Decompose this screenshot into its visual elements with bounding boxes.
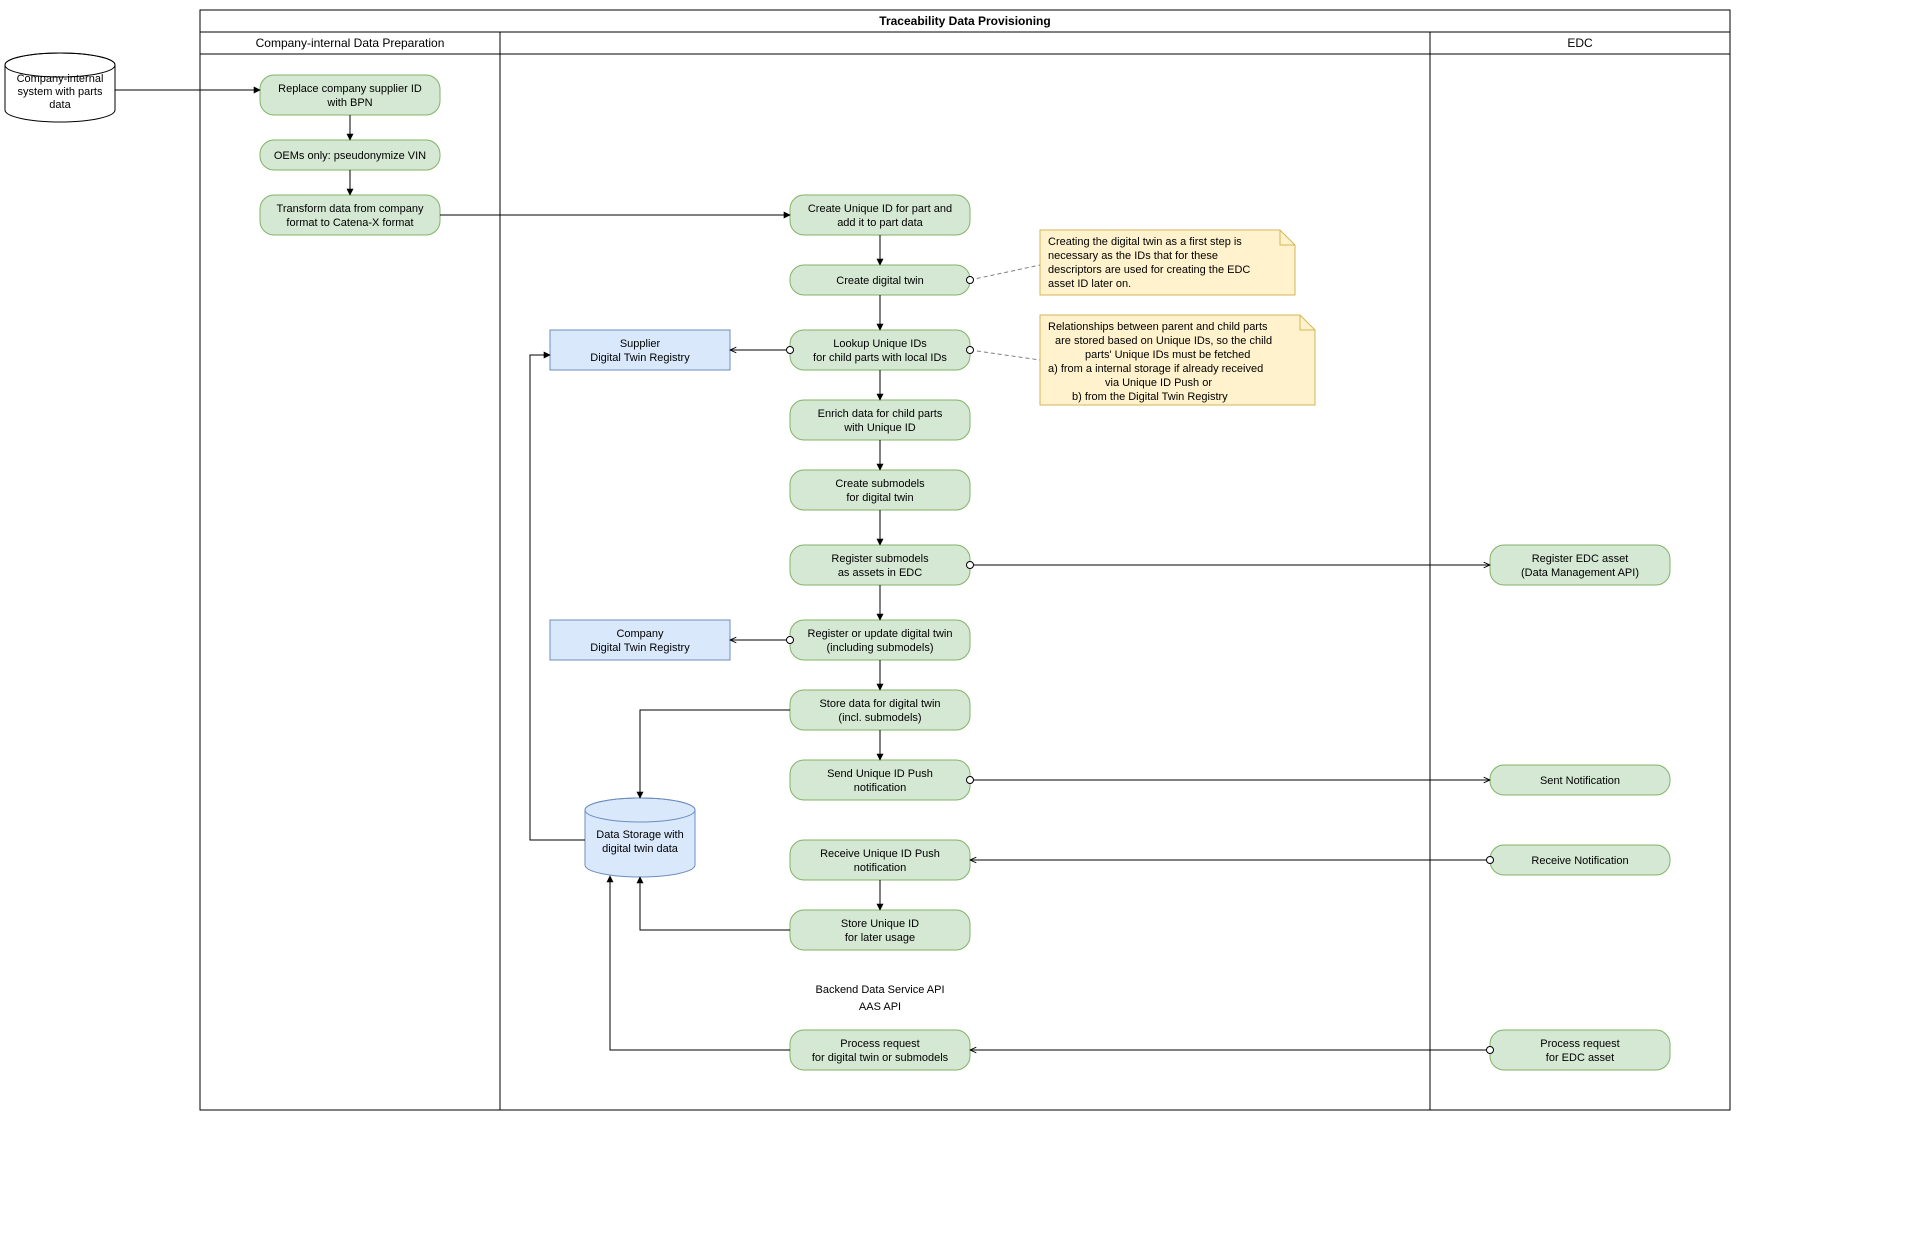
svg-text:via Unique ID Push or: via Unique ID Push or: [1105, 377, 1212, 389]
svg-text:a) from a internal storage if: a) from a internal storage if already re…: [1048, 363, 1263, 375]
node-receive-notification: Receive Notification: [1490, 845, 1670, 875]
svg-text:(incl. submodels): (incl. submodels): [838, 712, 921, 724]
external-system-cylinder: Company-internal system with parts data: [5, 53, 115, 122]
svg-text:Receive Unique ID Push: Receive Unique ID Push: [820, 848, 940, 860]
lane-edc-title: EDC: [1567, 36, 1593, 50]
node-replace-supplier-id: Replace company supplier ID with BPN: [260, 75, 440, 115]
svg-text:are stored based on Unique IDs: are stored based on Unique IDs, so the c…: [1055, 335, 1272, 347]
svg-text:Send Unique ID Push: Send Unique ID Push: [827, 768, 933, 780]
svg-text:Replace company supplier ID: Replace company supplier ID: [278, 83, 422, 95]
lane-prep-title: Company-internal Data Preparation: [256, 36, 445, 50]
diagram-canvas: Traceability Data Provisioning Company-i…: [0, 0, 1921, 1241]
node-oem-pseudonymize: OEMs only: pseudonymize VIN: [260, 140, 440, 170]
svg-text:Register submodels: Register submodels: [831, 553, 929, 565]
node-receive-push: Receive Unique ID Push notification: [790, 840, 970, 880]
svg-text:Register EDC asset: Register EDC asset: [1532, 553, 1629, 565]
node-store-digital-twin: Store data for digital twin (incl. submo…: [790, 690, 970, 730]
svg-text:Create digital twin: Create digital twin: [836, 275, 923, 287]
svg-text:Digital Twin Registry: Digital Twin Registry: [590, 642, 690, 654]
svg-text:(Data Management API): (Data Management API): [1521, 567, 1639, 579]
node-lookup-unique-ids: Lookup Unique IDs for child parts with l…: [790, 330, 970, 370]
svg-text:Receive Notification: Receive Notification: [1531, 855, 1628, 867]
svg-text:parts' Unique IDs must be fetc: parts' Unique IDs must be fetched: [1085, 349, 1250, 361]
svg-text:Relationships between parent a: Relationships between parent and child p…: [1048, 321, 1268, 333]
node-process-edc-asset: Process request for EDC asset: [1490, 1030, 1670, 1070]
node-register-edc-asset: Register EDC asset (Data Management API): [1490, 545, 1670, 585]
svg-text:digital twin data: digital twin data: [602, 843, 679, 855]
svg-text:Lookup Unique IDs: Lookup Unique IDs: [833, 338, 927, 350]
svg-text:with BPN: with BPN: [326, 97, 372, 109]
node-register-submodels: Register submodels as assets in EDC: [790, 545, 970, 585]
svg-text:Digital Twin Registry: Digital Twin Registry: [590, 352, 690, 364]
svg-text:Supplier: Supplier: [620, 338, 661, 350]
node-supplier-dtr: Supplier Digital Twin Registry: [550, 330, 730, 370]
svg-text:Process request: Process request: [1540, 1038, 1619, 1050]
svg-text:b) from the Digital Twin Regis: b) from the Digital Twin Registry: [1072, 391, 1228, 403]
node-transform-data: Transform data from company format to Ca…: [260, 195, 440, 235]
node-create-unique-id: Create Unique ID for part and add it to …: [790, 195, 970, 235]
note-relationships: Relationships between parent and child p…: [1040, 315, 1315, 405]
node-process-request: Process request for digital twin or subm…: [790, 1030, 970, 1070]
svg-text:Company: Company: [616, 628, 664, 640]
storage-cylinder: Data Storage with digital twin data: [585, 798, 695, 877]
svg-text:with Unique ID: with Unique ID: [843, 422, 916, 434]
svg-text:Data Storage with: Data Storage with: [596, 829, 683, 841]
svg-text:data: data: [49, 99, 71, 111]
svg-text:Company-internal: Company-internal: [17, 73, 104, 85]
node-sent-notification: Sent Notification: [1490, 765, 1670, 795]
svg-text:Creating the digital twin as a: Creating the digital twin as a first ste…: [1048, 236, 1242, 248]
svg-text:OEMs only: pseudonymize VIN: OEMs only: pseudonymize VIN: [274, 150, 426, 162]
node-register-digital-twin: Register or update digital twin (includi…: [790, 620, 970, 660]
svg-text:for child parts with local IDs: for child parts with local IDs: [813, 352, 947, 364]
svg-text:Store Unique ID: Store Unique ID: [841, 918, 919, 930]
svg-text:Transform data from company: Transform data from company: [277, 203, 424, 215]
node-enrich-child-parts: Enrich data for child parts with Unique …: [790, 400, 970, 440]
api-label-aas: AAS API: [859, 1001, 901, 1013]
svg-text:for EDC asset: for EDC asset: [1546, 1052, 1614, 1064]
svg-text:Enrich data for child parts: Enrich data for child parts: [818, 408, 943, 420]
svg-text:format to Catena-X format: format to Catena-X format: [286, 217, 413, 229]
svg-text:notification: notification: [854, 782, 907, 794]
svg-text:system with parts: system with parts: [18, 86, 103, 98]
svg-text:as assets in EDC: as assets in EDC: [838, 567, 922, 579]
api-label-backend: Backend Data Service API: [815, 984, 944, 996]
svg-text:notification: notification: [854, 862, 907, 874]
svg-text:descriptors are used for creat: descriptors are used for creating the ED…: [1048, 264, 1250, 276]
svg-text:Create Unique ID for part and: Create Unique ID for part and: [808, 203, 952, 215]
svg-text:asset ID later on.: asset ID later on.: [1048, 278, 1131, 290]
svg-text:Create submodels: Create submodels: [835, 478, 925, 490]
node-store-unique-id: Store Unique ID for later usage: [790, 910, 970, 950]
node-send-push: Send Unique ID Push notification: [790, 760, 970, 800]
node-company-dtr: Company Digital Twin Registry: [550, 620, 730, 660]
svg-text:Sent Notification: Sent Notification: [1540, 775, 1620, 787]
svg-text:for digital twin or submodels: for digital twin or submodels: [812, 1052, 949, 1064]
svg-text:for later usage: for later usage: [845, 932, 915, 944]
svg-text:Process request: Process request: [840, 1038, 919, 1050]
node-create-digital-twin: Create digital twin: [790, 265, 970, 295]
svg-text:Register or update digital twi: Register or update digital twin: [808, 628, 953, 640]
svg-text:(including submodels): (including submodels): [827, 642, 934, 654]
svg-text:add it to part data: add it to part data: [837, 217, 923, 229]
svg-text:Store data for digital twin: Store data for digital twin: [819, 698, 940, 710]
svg-text:necessary as the IDs that for: necessary as the IDs that for these: [1048, 250, 1218, 262]
note-digital-twin-first: Creating the digital twin as a first ste…: [1040, 230, 1295, 295]
node-create-submodels: Create submodels for digital twin: [790, 470, 970, 510]
svg-text:for digital twin: for digital twin: [846, 492, 913, 504]
pool-title: Traceability Data Provisioning: [879, 14, 1050, 28]
